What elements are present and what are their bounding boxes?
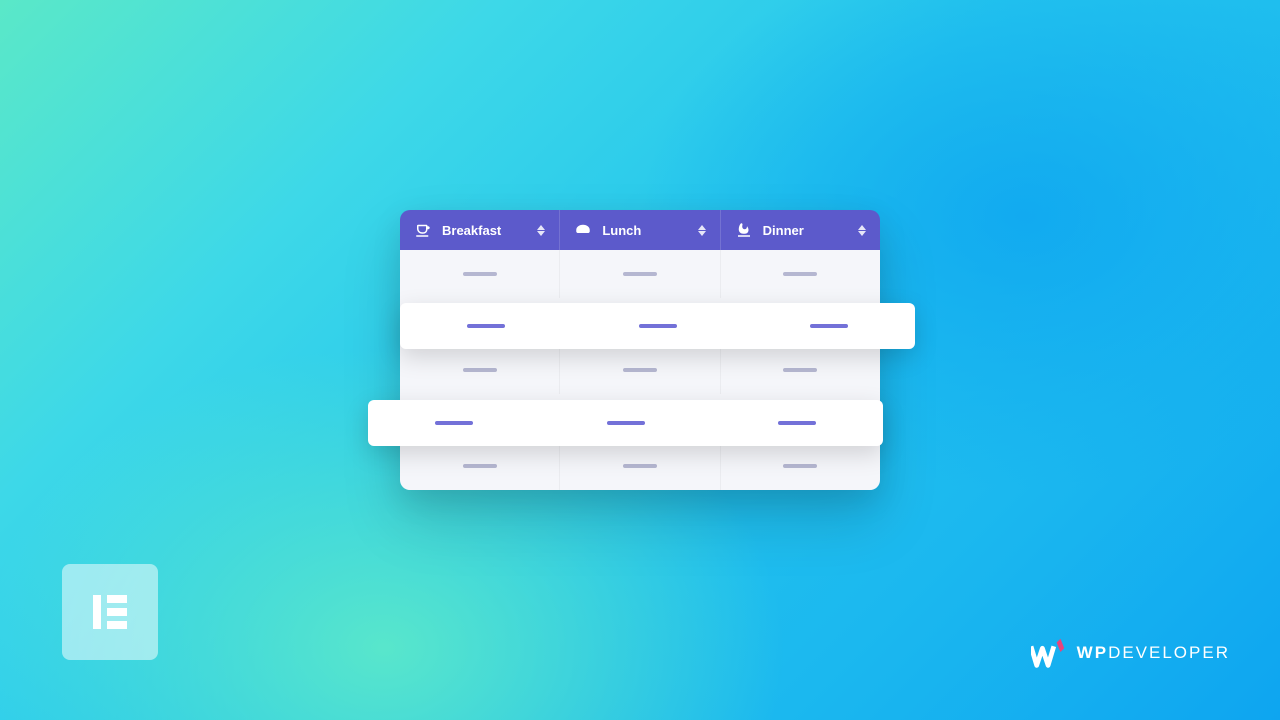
- table-cell: [721, 250, 880, 298]
- placeholder-content: [783, 368, 817, 372]
- table-cell: [743, 303, 915, 349]
- table-row: [400, 442, 880, 490]
- table-cell: [560, 442, 720, 490]
- sort-icon: [698, 225, 706, 236]
- placeholder-content: [435, 421, 473, 425]
- lunch-icon: [574, 221, 592, 239]
- table-cell: [400, 442, 560, 490]
- table-cell: [572, 303, 744, 349]
- table-cell: [721, 346, 880, 394]
- table-body: [400, 250, 880, 490]
- dinner-icon: [735, 221, 753, 239]
- column-header-dinner[interactable]: Dinner: [721, 210, 880, 250]
- wpdeveloper-mark-icon: [1031, 638, 1069, 668]
- breakfast-icon: [414, 221, 432, 239]
- wpdeveloper-logo: WPDEVELOPER: [1031, 638, 1230, 668]
- column-label: Dinner: [763, 223, 804, 238]
- table-cell: [560, 346, 720, 394]
- column-header-breakfast[interactable]: Breakfast: [400, 210, 560, 250]
- placeholder-content: [639, 324, 677, 328]
- table-row: [400, 346, 880, 394]
- elementor-logo: [62, 564, 158, 660]
- table-cell: [400, 303, 572, 349]
- placeholder-content: [467, 324, 505, 328]
- column-header-lunch[interactable]: Lunch: [560, 210, 720, 250]
- column-label: Breakfast: [442, 223, 501, 238]
- highlighted-row-1[interactable]: [400, 303, 915, 349]
- sort-icon: [537, 225, 545, 236]
- placeholder-content: [810, 324, 848, 328]
- placeholder-content: [463, 368, 497, 372]
- table-cell: [540, 400, 712, 446]
- table-cell: [560, 250, 720, 298]
- placeholder-content: [623, 272, 657, 276]
- placeholder-content: [778, 421, 816, 425]
- table-cell: [400, 346, 560, 394]
- placeholder-content: [623, 368, 657, 372]
- placeholder-content: [463, 272, 497, 276]
- sort-icon: [858, 225, 866, 236]
- table-header-row: Breakfast Lunch Dinner: [400, 210, 880, 250]
- placeholder-content: [783, 464, 817, 468]
- placeholder-content: [607, 421, 645, 425]
- table-row: [400, 250, 880, 298]
- table-cell: [368, 400, 540, 446]
- data-table: Breakfast Lunch Dinner: [400, 210, 880, 490]
- placeholder-content: [463, 464, 497, 468]
- column-label: Lunch: [602, 223, 641, 238]
- table-cell: [721, 442, 880, 490]
- table-cell: [400, 250, 560, 298]
- table-cell: [711, 400, 883, 446]
- placeholder-content: [783, 272, 817, 276]
- wpdeveloper-text: WPDEVELOPER: [1077, 643, 1230, 663]
- placeholder-content: [623, 464, 657, 468]
- highlighted-row-2[interactable]: [368, 400, 883, 446]
